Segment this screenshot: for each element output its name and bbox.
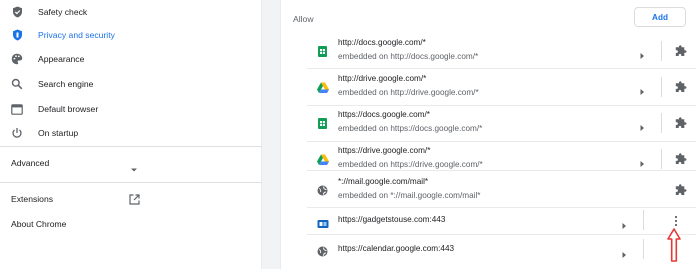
chevron-right-icon[interactable] bbox=[620, 246, 628, 258]
globe-icon bbox=[317, 183, 328, 196]
globe-icon bbox=[317, 244, 328, 257]
google-drive-icon bbox=[317, 152, 329, 165]
chevron-right-icon[interactable] bbox=[638, 119, 646, 131]
open-in-new-icon[interactable] bbox=[129, 192, 140, 210]
row-divider bbox=[661, 149, 662, 169]
sidebar-item-label: Privacy and security bbox=[38, 30, 115, 40]
sidebar-item-appearance[interactable]: Appearance bbox=[0, 47, 262, 71]
add-button[interactable]: Add bbox=[634, 7, 686, 27]
power-icon bbox=[11, 127, 23, 139]
embedded-on-text: embedded on http://docs.google.com/* bbox=[338, 52, 479, 61]
site-pattern: https://gadgetstouse.com:443 bbox=[338, 215, 446, 224]
sidebar-advanced-toggle[interactable]: Advanced bbox=[11, 158, 49, 168]
allow-section-title: Allow bbox=[293, 14, 314, 24]
puzzle-extension-icon[interactable] bbox=[675, 116, 687, 128]
chevron-right-icon[interactable] bbox=[620, 217, 628, 229]
chevron-down-icon[interactable] bbox=[130, 160, 138, 178]
advanced-label: Advanced bbox=[11, 158, 50, 168]
row-divider bbox=[643, 239, 644, 259]
shield-icon bbox=[11, 29, 23, 41]
palette-icon bbox=[11, 53, 23, 65]
sidebar-item-default-browser[interactable]: Default browser bbox=[0, 97, 262, 121]
row-divider bbox=[661, 113, 662, 133]
sidebar-item-label: Search engine bbox=[38, 79, 94, 89]
sidebar-item-about-chrome[interactable]: About Chrome bbox=[11, 219, 66, 229]
google-drive-icon bbox=[317, 80, 329, 93]
site-row[interactable]: http://drive.google.com/* embedded on ht… bbox=[307, 69, 696, 105]
site-pattern: https://docs.google.com/* bbox=[338, 110, 430, 119]
chevron-right-icon[interactable] bbox=[638, 47, 646, 59]
settings-sidebar: Safety check Privacy and security Appear… bbox=[0, 0, 262, 269]
google-docs-icon bbox=[317, 116, 328, 129]
shield-check-icon bbox=[11, 6, 23, 18]
row-separator bbox=[307, 170, 696, 171]
site-row[interactable]: *://mail.google.com/mail* embedded on *:… bbox=[307, 172, 696, 208]
site-settings-panel: Allow Add http://docs.google.com/* embed… bbox=[280, 0, 696, 269]
sidebar-divider bbox=[0, 146, 262, 147]
puzzle-extension-icon[interactable] bbox=[675, 80, 687, 92]
sidebar-item-label: Default browser bbox=[38, 104, 99, 114]
google-docs-icon bbox=[317, 44, 328, 57]
site-pattern: https://drive.google.com/* bbox=[338, 146, 431, 155]
extensions-label: Extensions bbox=[11, 194, 54, 204]
site-row[interactable]: https://docs.google.com/* embedded on ht… bbox=[307, 105, 696, 141]
browser-icon bbox=[11, 103, 23, 115]
chevron-right-icon[interactable] bbox=[638, 155, 646, 167]
annotation-arrow-up-icon bbox=[667, 228, 681, 267]
row-divider bbox=[661, 77, 662, 97]
puzzle-extension-icon[interactable] bbox=[675, 183, 687, 195]
site-row[interactable]: http://docs.google.com/* embedded on htt… bbox=[307, 33, 696, 69]
sidebar-divider bbox=[0, 182, 262, 183]
gadgetstouse-icon bbox=[317, 216, 329, 228]
embedded-on-text: embedded on https://drive.google.com/* bbox=[338, 160, 483, 169]
embedded-on-text: embedded on https://docs.google.com/* bbox=[338, 124, 483, 133]
site-pattern: *://mail.google.com/mail* bbox=[338, 177, 429, 186]
row-divider bbox=[643, 210, 644, 230]
site-pattern: http://docs.google.com/* bbox=[338, 38, 426, 47]
about-label: About Chrome bbox=[11, 219, 67, 229]
puzzle-extension-icon[interactable] bbox=[675, 44, 687, 56]
row-divider bbox=[661, 41, 662, 61]
row-separator bbox=[307, 234, 696, 235]
sidebar-item-privacy-and-security[interactable]: Privacy and security bbox=[0, 23, 262, 47]
sidebar-item-on-startup[interactable]: On startup bbox=[0, 121, 262, 145]
chevron-right-icon[interactable] bbox=[638, 83, 646, 95]
embedded-on-text: embedded on http://drive.google.com/* bbox=[338, 88, 479, 97]
sidebar-item-search-engine[interactable]: Search engine bbox=[0, 72, 262, 96]
site-pattern: https://calendar.google.com:443 bbox=[338, 244, 455, 253]
sidebar-item-label: Appearance bbox=[38, 54, 85, 64]
search-icon bbox=[11, 78, 23, 90]
sidebar-item-extensions[interactable]: Extensions bbox=[11, 194, 53, 204]
sidebar-item-safety-check[interactable]: Safety check bbox=[0, 0, 262, 24]
puzzle-extension-icon[interactable] bbox=[675, 152, 687, 164]
sidebar-item-label: On startup bbox=[38, 128, 79, 138]
embedded-on-text: embedded on *://mail.google.com/mail* bbox=[338, 191, 481, 200]
sidebar-item-label: Safety check bbox=[38, 7, 88, 17]
site-row[interactable]: https://calendar.google.com:443 bbox=[307, 236, 696, 269]
site-pattern: http://drive.google.com/* bbox=[338, 74, 427, 83]
